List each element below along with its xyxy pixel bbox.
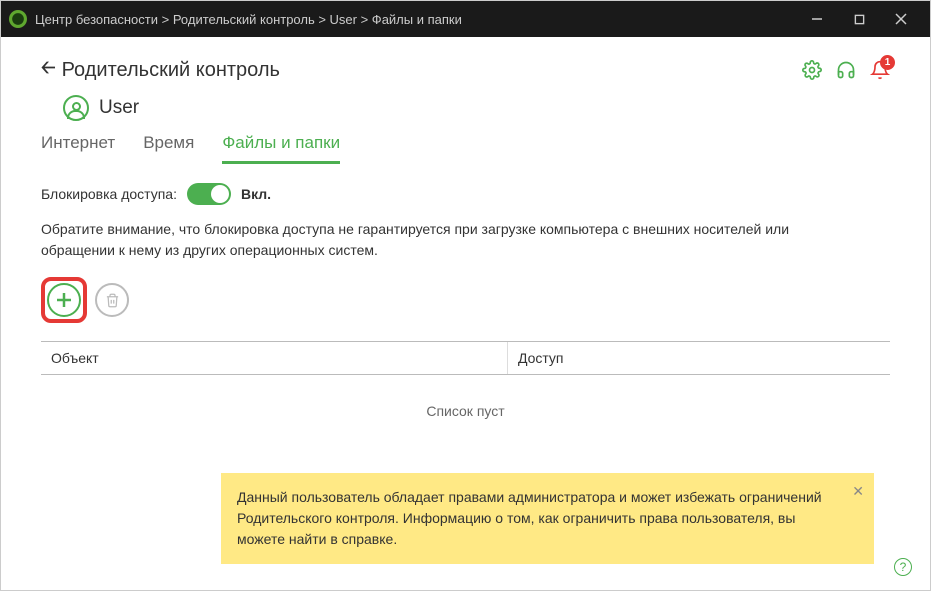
support-icon[interactable] <box>836 60 856 80</box>
back-arrow-icon[interactable]: 🡠 <box>41 55 56 85</box>
warning-note: Обратите внимание, что блокировка доступ… <box>41 219 821 261</box>
user-row: User <box>63 95 890 121</box>
window-controls <box>796 4 922 34</box>
block-access-row: Блокировка доступа: Вкл. <box>41 183 890 205</box>
table-header: Объект Доступ <box>41 341 890 375</box>
close-icon[interactable]: ✕ <box>852 481 864 502</box>
add-button-highlight <box>41 277 87 323</box>
user-name: User <box>99 97 139 119</box>
action-buttons <box>41 277 890 323</box>
help-icon[interactable]: ? <box>894 558 912 576</box>
content-area: 🡠 Родительский контроль 1 User Интернет … <box>1 37 930 590</box>
breadcrumb: Центр безопасности > Родительский контро… <box>35 12 796 27</box>
tabs: Интернет Время Файлы и папки <box>41 133 890 165</box>
gear-icon[interactable] <box>802 60 822 80</box>
close-button[interactable] <box>880 4 922 34</box>
minimize-button[interactable] <box>796 4 838 34</box>
tab-internet[interactable]: Интернет <box>41 133 115 164</box>
user-avatar-icon <box>63 95 89 121</box>
tab-time[interactable]: Время <box>143 133 194 164</box>
empty-list-message: Список пуст <box>41 375 890 447</box>
tab-files[interactable]: Файлы и папки <box>222 133 340 164</box>
page-title[interactable]: Родительский контроль <box>62 59 802 82</box>
column-object: Объект <box>41 342 508 374</box>
maximize-button[interactable] <box>838 4 880 34</box>
notification-badge: 1 <box>880 55 895 70</box>
admin-warning-text: Данный пользователь обладает правами адм… <box>237 489 822 547</box>
admin-warning: Данный пользователь обладает правами адм… <box>221 473 874 564</box>
block-state: Вкл. <box>241 186 271 202</box>
header-row: 🡠 Родительский контроль 1 <box>41 55 890 85</box>
add-button[interactable] <box>47 283 81 317</box>
delete-button[interactable] <box>95 283 129 317</box>
titlebar: Центр безопасности > Родительский контро… <box>1 1 930 37</box>
app-icon <box>9 10 27 28</box>
column-access: Доступ <box>508 342 890 374</box>
block-toggle[interactable] <box>187 183 231 205</box>
bell-icon[interactable]: 1 <box>870 60 890 80</box>
block-label: Блокировка доступа: <box>41 186 177 202</box>
